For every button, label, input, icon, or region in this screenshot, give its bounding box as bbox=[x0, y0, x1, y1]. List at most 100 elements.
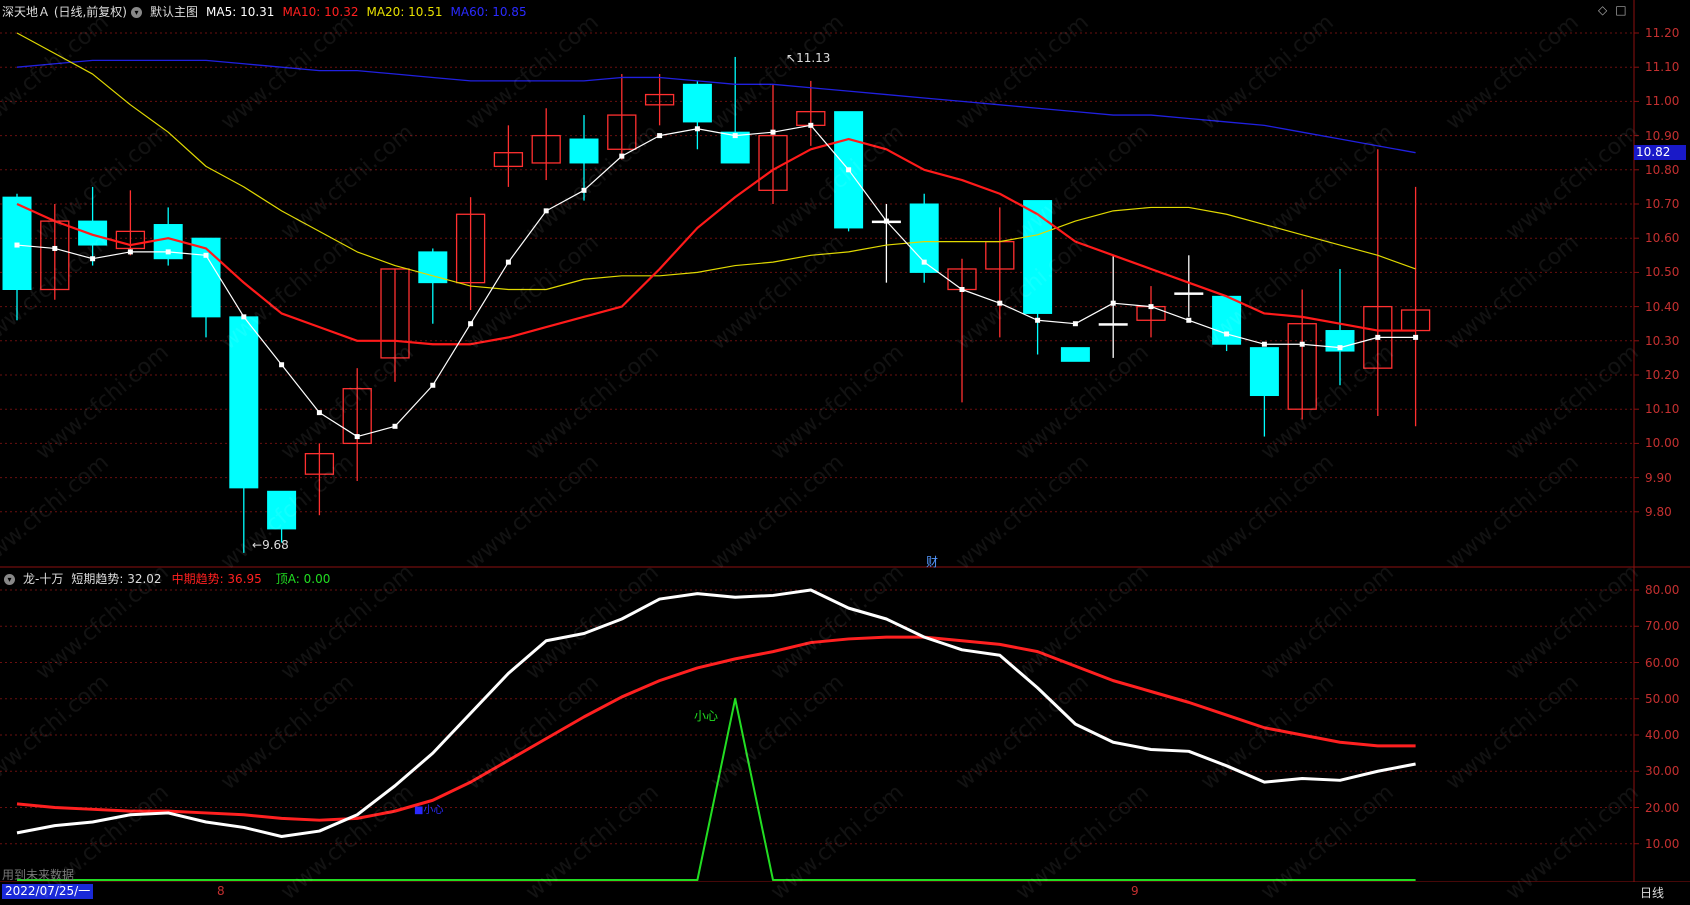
current-ma60-tag: 10.82 bbox=[1634, 145, 1686, 160]
y-tick-label: 10.00 bbox=[1645, 436, 1680, 451]
candle-body bbox=[1249, 347, 1279, 397]
top-a-value: 顶A: 0.00 bbox=[275, 572, 331, 586]
main-chart-header: 深天地Ａ (日线,前复权) ▾ 默认主图 MA5: 10.31 MA10: 10.32 M… bbox=[2, 3, 535, 20]
candle-body bbox=[569, 138, 599, 164]
ma5-point bbox=[354, 434, 360, 440]
ma5-point bbox=[430, 382, 436, 388]
ma5-point bbox=[543, 208, 549, 214]
ma20-line bbox=[16, 32, 1416, 291]
template-dropdown-icon[interactable]: ▾ bbox=[131, 7, 142, 18]
ma5-point bbox=[241, 314, 247, 320]
future-data-note: 用到未来数据 bbox=[2, 868, 75, 882]
ma5-value: MA5: 10.31 bbox=[206, 5, 275, 19]
candle-body bbox=[78, 220, 108, 246]
y-tick-label: 10.60 bbox=[1645, 231, 1680, 246]
ma5-point bbox=[808, 122, 814, 128]
ma5-point bbox=[1186, 317, 1192, 323]
ma5-point bbox=[279, 362, 285, 368]
ma5-point bbox=[883, 218, 889, 224]
mid-trend-value: 中期趋势: 36.95 bbox=[171, 572, 262, 586]
high-price-label: ↖11.13 bbox=[786, 51, 831, 65]
y-tick-label: 10.10 bbox=[1645, 402, 1680, 417]
chart-canvas[interactable] bbox=[0, 0, 1690, 901]
ma5-point bbox=[14, 242, 20, 248]
window-controls: ◇ □ bbox=[1598, 3, 1635, 17]
ma10-value: MA10: 10.32 bbox=[282, 5, 359, 19]
ma5-point bbox=[1375, 334, 1381, 340]
ma5-point bbox=[619, 153, 625, 159]
ma5-point bbox=[1148, 304, 1154, 310]
y-tick-label: 10.80 bbox=[1645, 162, 1680, 177]
short-trend-value: 短期趋势: 32.02 bbox=[71, 572, 162, 586]
sub-y-tick-label: 10.00 bbox=[1645, 836, 1680, 851]
y-tick-label: 11.20 bbox=[1645, 26, 1680, 40]
y-tick-label: 9.80 bbox=[1645, 504, 1672, 519]
ma5-point bbox=[1224, 331, 1230, 337]
y-tick-label: 10.20 bbox=[1645, 368, 1680, 382]
ma5-point bbox=[203, 252, 209, 258]
y-tick-label: 10.40 bbox=[1645, 299, 1680, 314]
candle-body bbox=[1174, 292, 1204, 295]
period-button[interactable]: 日线 bbox=[1640, 884, 1664, 901]
diamond-icon[interactable]: ◇ bbox=[1598, 3, 1607, 17]
y-tick-label: 10.90 bbox=[1645, 128, 1680, 143]
ma5-point bbox=[1413, 334, 1419, 340]
ma5-point bbox=[1035, 317, 1041, 323]
month-label-8: 8 bbox=[217, 884, 225, 898]
ma5-point bbox=[1110, 300, 1116, 306]
ma5-point bbox=[581, 187, 587, 193]
ma5-point bbox=[165, 249, 171, 255]
start-date-label: 2022/07/25/一 bbox=[2, 884, 94, 899]
template-name[interactable]: 默认主图 bbox=[150, 5, 198, 19]
ma5-point bbox=[90, 256, 96, 262]
candle-body bbox=[267, 490, 297, 530]
ma5-point bbox=[846, 167, 852, 173]
blue-signal-label: ■小心 bbox=[414, 805, 444, 816]
finance-marker[interactable]: 财 bbox=[926, 553, 938, 570]
y-tick-label: 10.50 bbox=[1645, 265, 1680, 280]
ma5-point bbox=[959, 287, 965, 292]
y-tick-label: 10.70 bbox=[1645, 197, 1680, 211]
sub-y-tick-label: 50.00 bbox=[1645, 691, 1680, 706]
time-axis-bar bbox=[0, 882, 1690, 901]
ma5-point bbox=[1337, 345, 1343, 351]
ma60-line bbox=[16, 59, 1416, 154]
ma5-point bbox=[316, 410, 322, 416]
sub-y-tick-label: 30.00 bbox=[1645, 764, 1680, 779]
ma5-point bbox=[127, 249, 133, 255]
candle-body bbox=[229, 316, 259, 489]
ma20-value: MA20: 10.51 bbox=[366, 5, 443, 19]
stock-name[interactable]: 深天地Ａ (日线,前复权) bbox=[2, 5, 127, 19]
candle-body bbox=[1098, 323, 1128, 326]
month-label-9: 9 bbox=[1131, 884, 1139, 898]
candle-body bbox=[1060, 347, 1090, 362]
y-tick-label: 10.30 bbox=[1645, 333, 1680, 348]
ma5-point bbox=[732, 133, 738, 139]
ma60-value: MA60: 10.85 bbox=[450, 5, 527, 19]
ma5-point bbox=[1072, 321, 1078, 327]
ma5-point bbox=[770, 129, 776, 135]
ma5-point bbox=[392, 423, 398, 429]
y-tick-label: 11.00 bbox=[1645, 94, 1680, 109]
y-tick-label: 9.90 bbox=[1645, 470, 1672, 485]
candle-body bbox=[1023, 200, 1053, 314]
sub-y-tick-label: 20.00 bbox=[1645, 800, 1680, 815]
sub-y-tick-label: 60.00 bbox=[1645, 655, 1680, 670]
ma5-point bbox=[505, 259, 511, 265]
ma5-point bbox=[1261, 341, 1267, 347]
square-icon[interactable]: □ bbox=[1615, 3, 1626, 17]
careful-label: 小心 bbox=[694, 709, 719, 723]
ma5-point bbox=[1299, 341, 1305, 347]
ma5-point bbox=[694, 126, 700, 132]
ma5-point bbox=[657, 133, 663, 139]
candle-body bbox=[191, 237, 221, 318]
indicator-dropdown-icon[interactable]: ▾ bbox=[4, 574, 15, 585]
ma5-point bbox=[468, 321, 474, 327]
candle-body bbox=[682, 83, 712, 123]
ma5-point bbox=[997, 300, 1003, 306]
ma5-line bbox=[16, 124, 1416, 438]
low-price-label: ←9.68 bbox=[252, 538, 289, 552]
ma5-point bbox=[52, 245, 58, 251]
indicator-name[interactable]: 龙-十万 bbox=[23, 572, 63, 586]
sub-y-tick-label: 70.00 bbox=[1645, 619, 1680, 634]
